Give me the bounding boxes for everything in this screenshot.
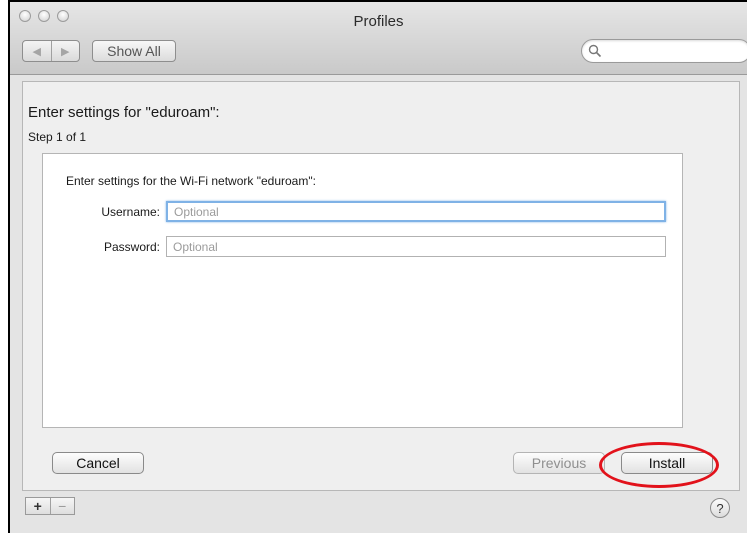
show-all-button[interactable]: Show All bbox=[92, 40, 176, 62]
password-label: Password: bbox=[103, 240, 160, 254]
help-button[interactable]: ? bbox=[710, 498, 730, 518]
install-button[interactable]: Install bbox=[621, 452, 713, 474]
cancel-button[interactable]: Cancel bbox=[52, 452, 144, 474]
add-profile-button[interactable]: + bbox=[26, 498, 50, 514]
dialog-heading: Enter settings for "eduroam": bbox=[28, 104, 220, 121]
search-icon bbox=[588, 44, 602, 58]
forward-arrow-icon: ▶ bbox=[61, 45, 70, 58]
step-indicator: Step 1 of 1 bbox=[28, 130, 87, 144]
search-field[interactable] bbox=[581, 39, 747, 63]
search-input[interactable] bbox=[606, 42, 740, 62]
previous-button[interactable]: Previous bbox=[513, 452, 605, 474]
settings-box bbox=[42, 153, 683, 428]
remove-profile-button[interactable]: − bbox=[49, 498, 75, 514]
settings-intro: Enter settings for the Wi-Fi network "ed… bbox=[66, 174, 316, 188]
window-title: Profiles bbox=[353, 13, 404, 30]
password-field[interactable] bbox=[166, 236, 666, 257]
username-field[interactable] bbox=[166, 201, 666, 222]
forward-button[interactable]: ▶ bbox=[50, 41, 80, 61]
add-remove-control: + − bbox=[25, 497, 75, 515]
title-bar: Profiles ◀ ▶ Show All bbox=[10, 2, 747, 75]
back-forward-control: ◀ ▶ bbox=[22, 40, 80, 62]
username-label: Username: bbox=[101, 205, 160, 219]
back-button[interactable]: ◀ bbox=[23, 41, 51, 61]
back-arrow-icon: ◀ bbox=[32, 45, 41, 58]
